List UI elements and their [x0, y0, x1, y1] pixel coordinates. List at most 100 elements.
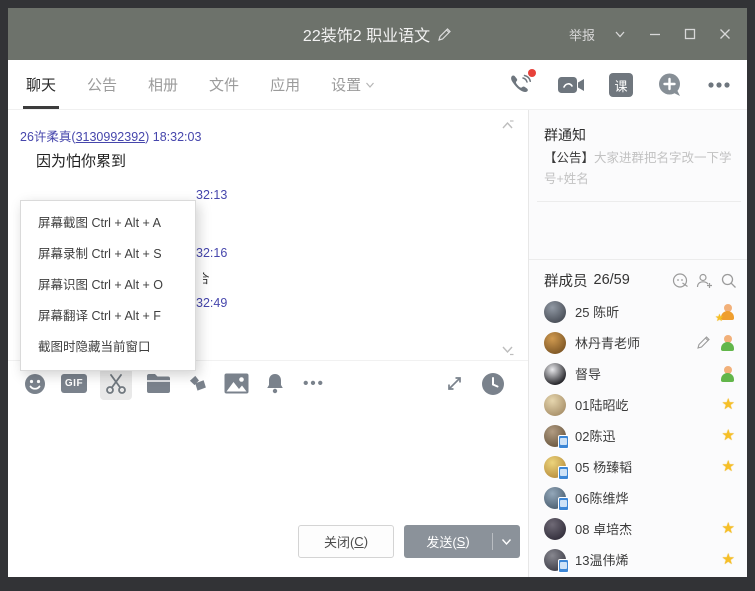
- member-row[interactable]: 25 陈昕 ★ ★: [529, 296, 747, 327]
- group-notice-body[interactable]: 【公告】大家进群把名字改一下学号+姓名: [544, 148, 736, 190]
- mobile-online-icon: [558, 466, 569, 480]
- avatar: [544, 332, 566, 354]
- report-button[interactable]: 举报: [569, 25, 595, 44]
- member-badges: ★ ★: [722, 428, 735, 443]
- message-meta: 26许柔真(3130992392) 18:32:03: [20, 126, 201, 145]
- member-list: 25 陈昕 ★ ★ 林丹青老师 ★ ★ 督导: [529, 296, 747, 577]
- titlebar-theme-photo: [8, 8, 238, 60]
- member-row[interactable]: 05 杨臻韬 ★ ★: [529, 451, 747, 482]
- red-dot-badge: [528, 69, 536, 77]
- avatar: [544, 487, 566, 509]
- divider: [537, 201, 741, 202]
- close-chat-button[interactable]: 关闭(C): [298, 525, 394, 558]
- call-actions: 课: [507, 60, 731, 110]
- message-history-icon[interactable]: [480, 371, 506, 397]
- member-badges: ★ ★: [722, 521, 735, 536]
- emoji-icon[interactable]: [22, 371, 48, 397]
- voice-call-icon[interactable]: [507, 72, 533, 98]
- context-menu-item[interactable]: 屏幕翻译 Ctrl + Alt + F: [21, 301, 195, 332]
- send-options-chevron-icon[interactable]: [493, 536, 520, 547]
- gif-icon[interactable]: GIF: [61, 371, 87, 397]
- avatar: [544, 394, 566, 416]
- tab-label: 应用: [270, 74, 300, 95]
- more-tools-icon[interactable]: •••: [301, 371, 327, 397]
- member-star-icon: ★: [722, 397, 735, 412]
- tab-文件[interactable]: 文件: [209, 60, 239, 109]
- video-call-icon[interactable]: [557, 74, 585, 96]
- member-row[interactable]: 01陆昭屹 ★ ★: [529, 389, 747, 420]
- anonymous-chat-icon[interactable]: [671, 271, 689, 289]
- member-name: 督导: [575, 364, 720, 383]
- chevron-down-icon: [365, 80, 375, 90]
- member-row[interactable]: 06陈维烨 ★ ★: [529, 482, 747, 513]
- tab-聊天[interactable]: 聊天: [26, 60, 56, 109]
- invite-member-icon[interactable]: [695, 271, 713, 289]
- bell-icon[interactable]: [262, 371, 288, 397]
- context-menu-item[interactable]: 屏幕截图 Ctrl + Alt + A: [21, 208, 195, 239]
- message-time: 32:16: [196, 246, 227, 260]
- minimize-button[interactable]: [645, 24, 665, 44]
- member-name: 01陆昭屹: [575, 395, 722, 414]
- member-badges: ★ ★: [722, 397, 735, 412]
- role-badge-icon: ★: [720, 335, 735, 351]
- members-count: 26/59: [594, 272, 630, 288]
- send-button[interactable]: 发送(S): [404, 532, 492, 551]
- edit-title-icon[interactable]: [437, 27, 452, 42]
- role-badge-icon: ★: [720, 304, 735, 320]
- send-file-folder-icon[interactable]: [145, 371, 171, 397]
- avatar: [544, 518, 566, 540]
- member-star-icon: ★: [722, 521, 735, 536]
- collapse-up-icon[interactable]: [500, 119, 515, 133]
- tab-设置[interactable]: 设置: [331, 60, 375, 109]
- screenshot-context-menu: 屏幕截图 Ctrl + Alt + A 屏幕录制 Ctrl + Alt + S …: [20, 200, 196, 371]
- member-badges: ★ ★: [720, 304, 735, 320]
- add-bubble-icon[interactable]: [657, 72, 683, 98]
- member-row[interactable]: 督导 ★ ★: [529, 358, 747, 389]
- member-name: 02陈迅: [575, 426, 722, 445]
- member-row[interactable]: 08 卓培杰 ★ ★: [529, 513, 747, 544]
- message-text: 因为怕你累到: [36, 150, 126, 171]
- member-badges: ★ ★: [722, 552, 735, 567]
- member-star-icon: ★: [722, 552, 735, 567]
- member-name: 13温伟烯: [575, 550, 722, 569]
- role-badge-icon: ★: [720, 366, 735, 382]
- member-name: 25 陈昕: [575, 302, 720, 321]
- context-menu-item[interactable]: 屏幕录制 Ctrl + Alt + S: [21, 239, 195, 270]
- editing-pencil-icon: [696, 335, 711, 350]
- member-row[interactable]: 02陈迅 ★ ★: [529, 420, 747, 451]
- member-row[interactable]: 林丹青老师 ★ ★: [529, 327, 747, 358]
- tab-应用[interactable]: 应用: [270, 60, 300, 109]
- avatar: [544, 363, 566, 385]
- tab-公告[interactable]: 公告: [87, 60, 117, 109]
- partially-hidden-text: 合: [197, 268, 210, 287]
- mobile-online-icon: [558, 559, 569, 573]
- member-star-icon: ★: [722, 428, 735, 443]
- message-time: 18:32:03: [153, 130, 202, 144]
- tab-label: 相册: [148, 74, 178, 95]
- avatar: [544, 549, 566, 571]
- screenshot-scissors-icon[interactable]: [100, 368, 132, 400]
- search-member-icon[interactable]: [719, 271, 737, 289]
- report-chevron-down-icon[interactable]: [610, 24, 630, 44]
- context-menu-item[interactable]: 屏幕识图 Ctrl + Alt + O: [21, 270, 195, 301]
- scroll-to-bottom-icon[interactable]: [500, 342, 515, 356]
- class-icon[interactable]: 课: [609, 73, 633, 97]
- members-header: 群成员 26/59: [544, 267, 737, 293]
- context-menu-item[interactable]: 截图时隐藏当前窗口: [21, 332, 195, 363]
- group-title-wrap: 22装饰2 职业语文: [238, 8, 517, 60]
- sender-name: 26许柔真(: [20, 130, 76, 144]
- tab-相册[interactable]: 相册: [148, 60, 178, 109]
- window-shake-icon[interactable]: [184, 371, 210, 397]
- close-button[interactable]: [715, 24, 735, 44]
- member-row[interactable]: 13温伟烯 ★ ★: [529, 544, 747, 575]
- mobile-online-icon: [558, 497, 569, 511]
- group-notice-title[interactable]: 群通知: [544, 125, 586, 145]
- more-icon[interactable]: [707, 81, 731, 89]
- maximize-button[interactable]: [680, 24, 700, 44]
- expand-window-icon[interactable]: [441, 371, 467, 397]
- sender-qq-link[interactable]: 3130992392: [76, 130, 146, 144]
- image-icon[interactable]: [223, 371, 249, 397]
- send-button-group: 发送(S): [404, 525, 520, 558]
- avatar: [544, 425, 566, 447]
- notice-tag: 【公告】: [544, 151, 594, 165]
